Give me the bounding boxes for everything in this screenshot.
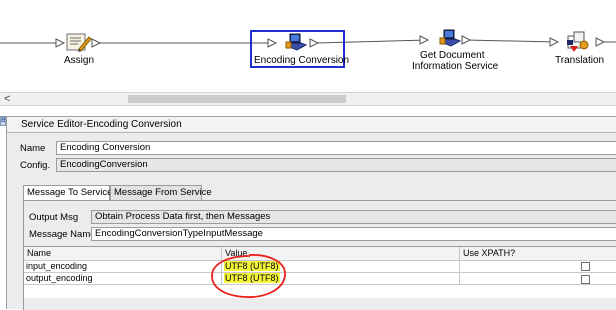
scroll-left-arrow-icon[interactable]: <	[4, 93, 10, 105]
config-label: Config.	[20, 160, 51, 171]
row-value-cell[interactable]: UTF8 (UTF8)	[222, 273, 460, 285]
canvas-horizontal-scrollbar[interactable]: <	[0, 92, 616, 106]
output-msg-label: Output Msg	[29, 212, 79, 223]
message-name-field[interactable]: EncodingConversionTypeInputMessage	[91, 227, 616, 241]
column-header-value[interactable]: Value	[222, 247, 460, 261]
assign-node-label: Assign	[64, 55, 95, 66]
service-editor-panel: Service Editor-Encoding Conversion Name …	[6, 116, 616, 310]
translation-icon	[567, 31, 589, 52]
process-canvas: Assign Encoding Conversion Get Document …	[0, 0, 616, 92]
config-field: EncodingConversion	[56, 158, 616, 172]
translation-label: Translation	[555, 55, 605, 66]
encoding-conversion-label: Encoding Conversion	[254, 55, 350, 66]
use-xpath-checkbox[interactable]	[581, 275, 590, 284]
name-label: Name	[20, 143, 46, 154]
column-header-use-xpath[interactable]: Use XPATH?	[460, 247, 616, 261]
row-value-cell[interactable]: UTF8 (UTF8)	[222, 261, 460, 273]
parameter-table: Name Value Use XPATH? input_encoding UTF…	[23, 246, 616, 298]
message-name-label: Message Name	[29, 229, 96, 240]
service-computer-icon	[439, 29, 462, 47]
assign-icon	[66, 33, 92, 52]
scrollbar-thumb[interactable]	[128, 95, 346, 103]
value-highlight: UTF8 (UTF8)	[224, 261, 280, 271]
tab-message-to-service[interactable]: Message To Service	[23, 185, 112, 201]
use-xpath-checkbox[interactable]	[581, 262, 590, 271]
canvas-gap	[0, 106, 616, 116]
tab-message-from-service[interactable]: Message From Service	[110, 185, 212, 200]
row-xpath-cell	[460, 273, 616, 285]
row-name-cell: output_encoding	[24, 273, 222, 285]
column-header-name[interactable]: Name	[24, 247, 222, 261]
value-highlight: UTF8 (UTF8)	[224, 273, 280, 283]
get-document-label-line1: Get Document	[420, 50, 485, 61]
editor-title: Service Editor-Encoding Conversion	[7, 117, 616, 133]
row-name-cell: input_encoding	[24, 261, 222, 273]
service-computer-icon	[285, 33, 308, 51]
row-xpath-cell	[460, 261, 616, 273]
get-document-label-line2: Information Service	[412, 61, 499, 72]
output-msg-field: Obtain Process Data first, then Messages	[91, 210, 616, 224]
name-field[interactable]: Encoding Conversion	[56, 141, 616, 155]
